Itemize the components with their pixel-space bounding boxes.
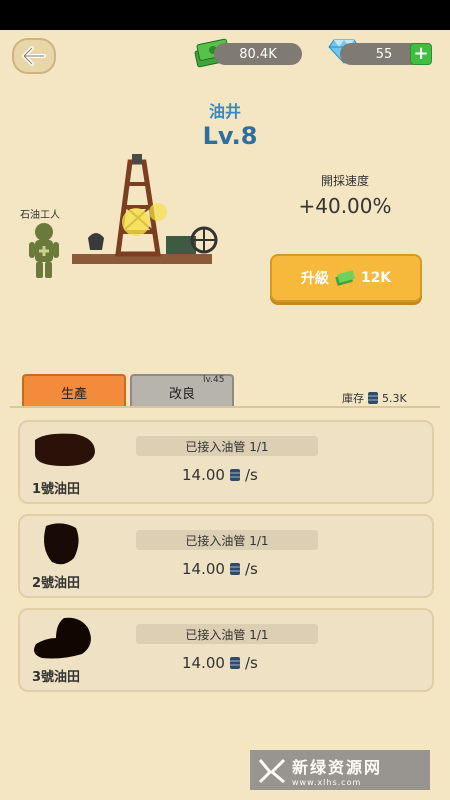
oil-field-card[interactable]: 3號油田 已接入油管 1/1 14.00 /s [18, 608, 434, 692]
rate-value: 14.00 [182, 654, 225, 672]
tab-divider [10, 406, 440, 408]
production-rate: 14.00 /s [182, 466, 258, 484]
stock-value: 5.3K [382, 391, 407, 405]
rate-unit: /s [244, 654, 258, 672]
speed-label: 開採速度 [320, 174, 369, 188]
field-name: 2號油田 [32, 576, 81, 591]
back-button[interactable] [12, 38, 56, 74]
production-rate: 14.00 /s [182, 560, 258, 578]
building-level: Lv.8 [202, 122, 258, 150]
gem-value: 55 [375, 46, 393, 62]
field-name: 1號油田 [32, 482, 81, 497]
oil-barrel-icon [229, 469, 240, 481]
oil-barrel-icon [368, 392, 378, 404]
worker-silhouette-icon[interactable] [24, 220, 64, 280]
pipe-status: 已接入油管 1/1 [136, 436, 318, 456]
cash-icon [335, 270, 355, 286]
cash-counter: 80.4K [214, 43, 302, 65]
oil-field-card[interactable]: 2號油田 已接入油管 1/1 14.00 /s [18, 514, 434, 598]
watermark-url: www.xlhs.com [292, 777, 362, 787]
oil-field-icon [44, 523, 79, 565]
pipe-status: 已接入油管 1/1 [136, 530, 318, 550]
oil-field-icon [35, 433, 95, 466]
rate-value: 14.00 [182, 560, 225, 578]
oil-rig-illustration[interactable] [66, 152, 226, 282]
cash-value: 80.4K [239, 46, 277, 62]
back-arrow-icon [22, 46, 46, 66]
upgrade-button[interactable]: 升級 12K [270, 254, 422, 302]
stock-indicator: 庫存 5.3K [342, 390, 407, 406]
pipe-status: 已接入油管 1/1 [136, 624, 318, 644]
tab-production[interactable]: 生產 [22, 374, 126, 408]
tab-production-label: 生產 [60, 386, 87, 402]
watermark: 新绿资源网 www.xlhs.com [250, 750, 430, 790]
production-rate: 14.00 /s [182, 654, 258, 672]
upgrade-cost: 12K [360, 270, 392, 286]
speed-value: +40.00% [298, 194, 392, 218]
game-screen: 80.4K 55 + 油井 Lv.8 石油工人 開採速度 +40.00% 升級 … [0, 30, 450, 800]
worker-label: 石油工人 [20, 210, 60, 221]
oil-barrel-icon [229, 657, 240, 669]
rate-unit: /s [244, 560, 258, 578]
oil-barrel-icon [229, 563, 240, 575]
watermark-text: 新绿资源网 [292, 757, 383, 777]
upgrade-label: 升級 [300, 271, 329, 287]
rate-unit: /s [244, 466, 258, 484]
oil-field-icon [34, 617, 91, 659]
field-name: 3號油田 [32, 670, 81, 685]
rate-value: 14.00 [182, 466, 225, 484]
stock-label: 庫存 [342, 392, 364, 405]
tab-improve-label: 改良 [168, 386, 195, 402]
plus-icon: + [413, 43, 429, 64]
add-gems-button[interactable]: + [410, 43, 432, 65]
watermark-logo-icon [258, 758, 286, 784]
tab-improve-level-badge: lv.45 [203, 375, 225, 385]
building-name: 油井 [208, 102, 241, 121]
oil-field-card[interactable]: 1號油田 已接入油管 1/1 14.00 /s [18, 420, 434, 504]
